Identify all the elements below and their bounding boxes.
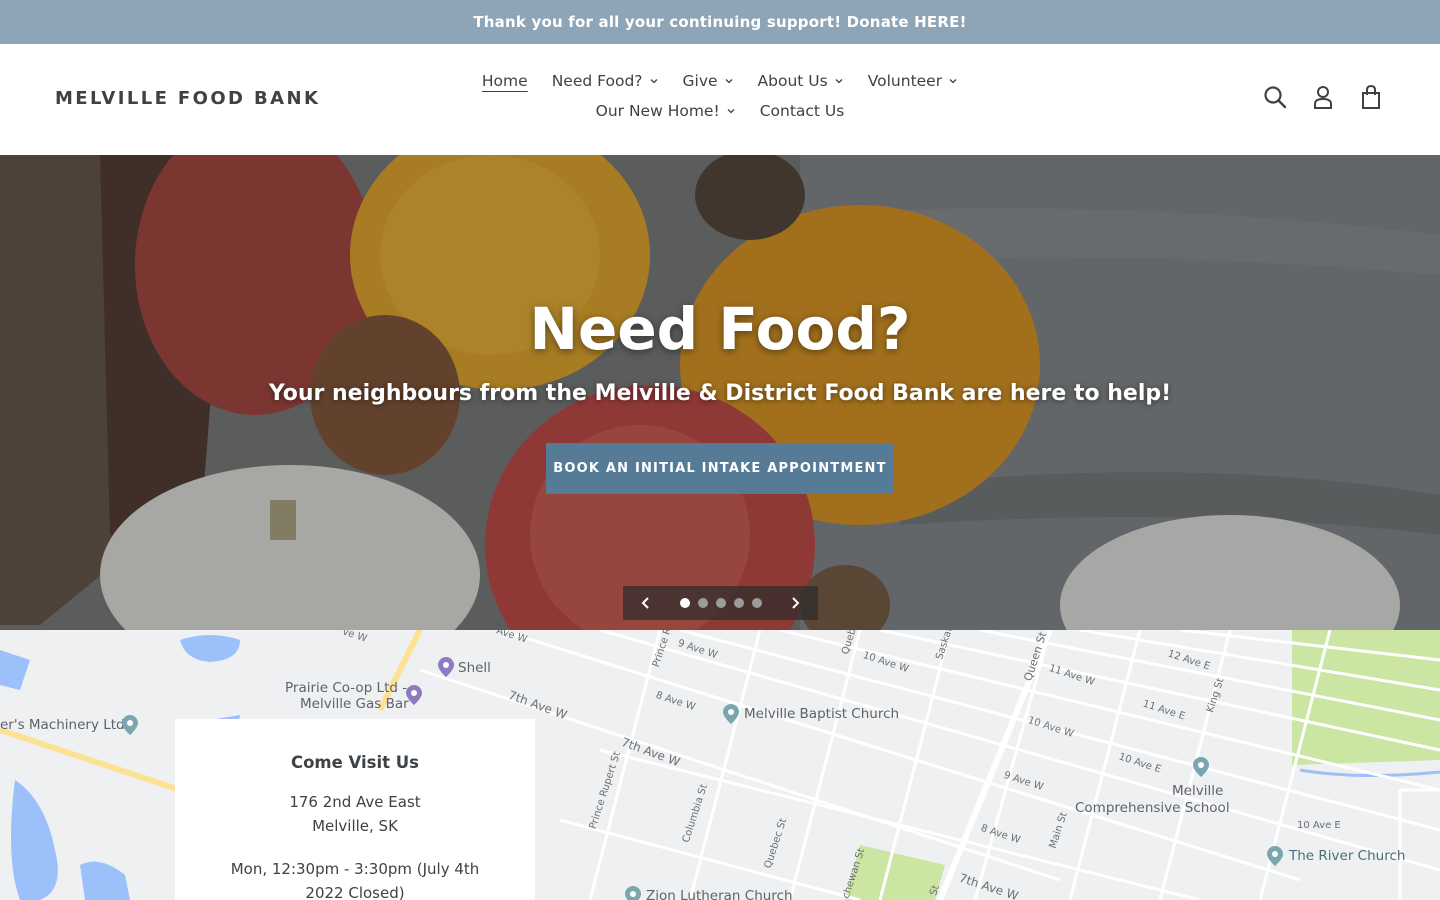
poi-label[interactable]: Melville Gas Bar <box>300 696 409 712</box>
announcement-bar[interactable]: Thank you for all your continuing suppor… <box>0 0 1440 44</box>
poi-label[interactable]: Melville <box>1172 783 1223 799</box>
header-icons <box>1262 84 1384 110</box>
poi-label[interactable]: Shell <box>458 660 491 676</box>
book-intake-appointment-button[interactable]: BOOK AN INITIAL INTAKE APPOINTMENT <box>546 443 894 494</box>
announcement-text[interactable]: Thank you for all your continuing suppor… <box>473 13 966 31</box>
map-pin-icon[interactable] <box>1193 757 1209 777</box>
slideshow-dots <box>679 598 762 608</box>
poi-label[interactable]: Prairie Co-op Ltd - <box>285 680 407 696</box>
slide-dot-4[interactable] <box>733 598 744 608</box>
opening-hours: Mon, 12:30pm - 3:30pm (July 4th 2022 Clo… <box>230 860 480 900</box>
poi-label[interactable]: Comprehensive School <box>1075 800 1230 816</box>
chevron-down-icon <box>724 76 734 86</box>
nav-row-2: Our New Home! Contact Us <box>0 102 1440 120</box>
nav-item-our-new-home[interactable]: Our New Home! <box>584 102 748 120</box>
map-pin-icon[interactable] <box>122 715 138 735</box>
visit-us-card: Come Visit Us 176 2nd Ave East Melville,… <box>175 719 535 900</box>
poi-label[interactable]: Melville Baptist Church <box>744 706 899 722</box>
hero-slideshow: Need Food? Your neighbours from the Melv… <box>0 155 1440 630</box>
slide-dot-1[interactable] <box>679 598 690 608</box>
nav-item-home[interactable]: Home <box>470 72 540 90</box>
address-line-2: Melville, SK <box>312 817 398 835</box>
slide-dot-3[interactable] <box>715 598 726 608</box>
chevron-down-icon <box>649 76 659 86</box>
poi-label[interactable]: The River Church <box>1289 848 1405 864</box>
nav-row-1: Home Need Food? Give About Us Volunteer <box>0 72 1440 90</box>
nav-item-contact-us[interactable]: Contact Us <box>748 102 857 120</box>
nav-item-give[interactable]: Give <box>671 72 746 90</box>
search-icon[interactable] <box>1262 84 1288 110</box>
chevron-right-icon[interactable] <box>788 596 802 610</box>
poi-label[interactable]: er's Machinery Ltd <box>0 717 125 733</box>
nav-item-label: Home <box>481 72 528 90</box>
map-pin-icon[interactable] <box>1267 846 1283 866</box>
hero-title: Need Food? <box>529 295 911 363</box>
chevron-left-icon[interactable] <box>639 596 653 610</box>
site-header: MELVILLE FOOD BANK Home Need Food? Give … <box>0 44 1440 155</box>
map-pin-icon[interactable] <box>723 704 739 724</box>
nav-item-label: Contact Us <box>759 102 845 120</box>
chevron-down-icon <box>834 76 844 86</box>
map-pin-icon[interactable] <box>625 886 641 900</box>
nav-item-volunteer[interactable]: Volunteer <box>856 72 970 90</box>
street-label: 10 Ave E <box>1297 820 1341 831</box>
slideshow-controls <box>623 586 818 620</box>
visit-us-title: Come Visit Us <box>290 753 420 772</box>
slide-dot-2[interactable] <box>697 598 708 608</box>
chevron-down-icon <box>726 106 736 116</box>
account-icon[interactable] <box>1310 84 1336 110</box>
nav-item-need-food[interactable]: Need Food? <box>540 72 671 90</box>
nav-item-label: Need Food? <box>551 72 643 90</box>
visit-address: 176 2nd Ave East Melville, SK <box>175 790 535 838</box>
map-pin-icon[interactable] <box>438 657 454 677</box>
nav-item-label: Volunteer <box>867 72 943 90</box>
map-section[interactable]: 7th Ave W 7th Ave W 9 Ave W 8 Ave W 10 A… <box>0 630 1440 900</box>
cart-icon[interactable] <box>1358 84 1384 110</box>
poi-label[interactable]: Zion Lutheran Church <box>646 888 793 900</box>
slide-dot-5[interactable] <box>751 598 762 608</box>
nav-item-label: Give <box>682 72 718 90</box>
chevron-down-icon <box>948 76 958 86</box>
address-line-1: 176 2nd Ave East <box>289 793 421 811</box>
nav-item-label: About Us <box>757 72 828 90</box>
nav-item-label: Our New Home! <box>595 102 720 120</box>
nav-item-about-us[interactable]: About Us <box>746 72 856 90</box>
hero-subtitle: Your neighbours from the Melville & Dist… <box>268 381 1172 406</box>
